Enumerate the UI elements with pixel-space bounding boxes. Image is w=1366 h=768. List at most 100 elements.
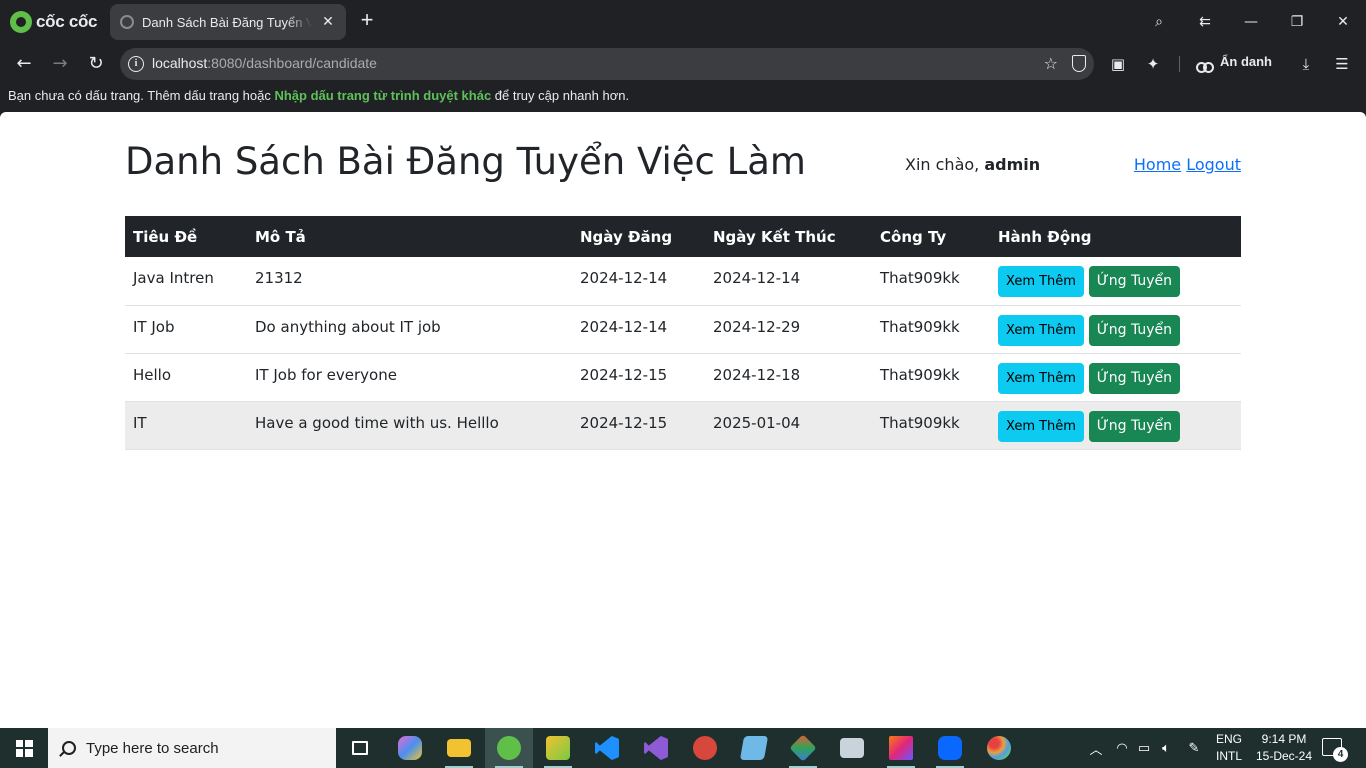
intellij-button[interactable]: [877, 728, 925, 768]
paint-button[interactable]: [975, 728, 1023, 768]
vscode-icon: [595, 736, 619, 760]
photos-button[interactable]: [828, 728, 876, 768]
zalo-button[interactable]: [926, 728, 974, 768]
image-tool-icon: [546, 736, 570, 760]
pen-icon[interactable]: ✎: [1184, 728, 1204, 768]
battery-icon[interactable]: ▭: [1134, 728, 1154, 768]
header-nav: Home Logout: [1134, 155, 1241, 174]
table-row: IT Job Do anything about IT job 2024-12-…: [125, 305, 1241, 354]
red-app-icon: [693, 736, 717, 760]
vscode-button[interactable]: [583, 728, 631, 768]
apply-button[interactable]: Ứng Tuyển: [1088, 362, 1181, 394]
coccoc-logo-icon: [10, 11, 32, 33]
close-window-button[interactable]: ✕: [1320, 0, 1366, 44]
minimize-button[interactable]: —: [1228, 0, 1274, 44]
apply-button[interactable]: Ứng Tuyển: [1088, 266, 1181, 297]
view-more-button[interactable]: Xem Thêm: [998, 314, 1084, 346]
table-header-row: Tiêu Đề Mô Tả Ngày Đăng Ngày Kết Thúc Cô…: [125, 216, 1241, 257]
incognito-indicator[interactable]: Ẩn danh: [1196, 54, 1272, 73]
cell-description: IT Job for everyone: [247, 353, 572, 402]
windows-taskbar: Type here to search ︿ ◠ ▭ 🔈︎ ✎ ENG INTL …: [0, 728, 1366, 768]
network-icon[interactable]: ◠: [1112, 728, 1132, 768]
menu-icon[interactable]: ☰: [1332, 54, 1352, 74]
task-view-button[interactable]: [336, 728, 384, 768]
site-info-icon[interactable]: i: [128, 56, 144, 72]
file-explorer-button[interactable]: [435, 728, 483, 768]
visual-studio-button[interactable]: [632, 728, 680, 768]
screen-search-icon[interactable]: ⌕: [1136, 0, 1182, 44]
notification-count: 4: [1333, 747, 1348, 762]
adblock-icon[interactable]: ▣: [1108, 54, 1128, 74]
cell-title: IT Job: [125, 305, 247, 354]
bookmark-star-icon[interactable]: ☆: [1044, 54, 1058, 73]
volume-icon[interactable]: 🔈︎: [1156, 728, 1176, 768]
extensions-icon[interactable]: ✦: [1143, 54, 1163, 74]
taskbar-search[interactable]: Type here to search: [48, 728, 336, 768]
search-icon: [62, 741, 76, 755]
new-tab-button[interactable]: +: [356, 9, 378, 32]
clock[interactable]: 9:14 PM 15-Dec-24: [1252, 731, 1316, 765]
lang-line2: INTL: [1215, 749, 1242, 763]
git-app-icon: [789, 734, 817, 762]
zalo-icon: [938, 736, 962, 760]
shield-icon[interactable]: [1072, 55, 1086, 72]
restore-button[interactable]: ❐: [1274, 0, 1320, 44]
cell-description: Do anything about IT job: [247, 305, 572, 354]
view-more-button[interactable]: Xem Thêm: [998, 362, 1084, 394]
task-view-icon: [352, 741, 368, 755]
windows-logo-icon: [15, 739, 33, 757]
tab-title: Danh Sách Bài Đăng Tuyển Việc Làm: [142, 14, 312, 30]
cell-actions: Xem Thêm Ứng Tuyển: [990, 401, 1241, 450]
git-app-button[interactable]: [779, 728, 827, 768]
header-actions: Hành Động: [990, 216, 1241, 257]
bookmark-bar-text: Bạn chưa có dấu trang. Thêm dấu trang ho…: [8, 88, 275, 103]
image-tool-button[interactable]: [534, 728, 582, 768]
view-more-button[interactable]: Xem Thêm: [998, 410, 1084, 442]
paint-icon: [987, 736, 1011, 760]
table-row: Hello IT Job for everyone 2024-12-15 202…: [125, 353, 1241, 402]
address-bar[interactable]: i localhost:8080/dashboard/candidate ☆: [120, 48, 1094, 80]
back-button[interactable]: ←: [12, 52, 36, 76]
lang-line1: ENG: [1215, 732, 1242, 746]
reload-button[interactable]: ↻: [84, 52, 108, 76]
language-indicator[interactable]: ENG INTL: [1212, 731, 1246, 765]
search-placeholder: Type here to search: [86, 739, 219, 757]
apply-button[interactable]: Ứng Tuyển: [1088, 410, 1181, 442]
cell-ends: 2025-01-04: [705, 401, 872, 450]
import-bookmarks-link[interactable]: Nhập dấu trang từ trình duyệt khác: [274, 88, 491, 103]
cell-actions: Xem Thêm Ứng Tuyển: [990, 305, 1241, 354]
cell-company: That909kk: [872, 257, 990, 306]
username: admin: [984, 155, 1041, 174]
cell-actions: Xem Thêm Ứng Tuyển: [990, 257, 1241, 306]
apply-button[interactable]: Ứng Tuyển: [1088, 314, 1181, 346]
forward-button[interactable]: →: [48, 52, 72, 76]
cell-posted: 2024-12-14: [572, 257, 705, 306]
table-row: Java Intren 21312 2024-12-14 2024-12-14 …: [125, 257, 1241, 306]
cell-posted: 2024-12-15: [572, 401, 705, 450]
copilot-button[interactable]: [386, 728, 434, 768]
download-icon[interactable]: ⤓: [1296, 54, 1316, 74]
notepad-button[interactable]: [730, 728, 778, 768]
browser-brand[interactable]: cốc cốc: [10, 10, 98, 34]
show-hidden-icons-chevron-icon[interactable]: ︿: [1086, 728, 1106, 768]
toolbar-divider: [1179, 56, 1180, 72]
cell-ends: 2024-12-29: [705, 305, 872, 354]
start-button[interactable]: [0, 728, 48, 768]
view-more-button[interactable]: Xem Thêm: [998, 266, 1084, 297]
header-posted-date: Ngày Đăng: [572, 216, 705, 257]
tab-search-icon[interactable]: ⇇: [1182, 0, 1228, 44]
cell-actions: Xem Thêm Ứng Tuyển: [990, 353, 1241, 402]
logout-link[interactable]: Logout: [1186, 155, 1241, 174]
home-link[interactable]: Home: [1134, 155, 1181, 174]
greeting-prefix: Xin chào,: [905, 155, 985, 174]
tab-active[interactable]: Danh Sách Bài Đăng Tuyển Việc Làm ✕: [110, 4, 346, 40]
coccoc-taskbar-button[interactable]: [485, 728, 533, 768]
header-end-date: Ngày Kết Thúc: [705, 216, 872, 257]
clock-time: 9:14 PM: [1261, 732, 1307, 746]
cell-description: 21312: [247, 257, 572, 306]
close-tab-icon[interactable]: ✕: [320, 14, 336, 30]
browser-brand-name: cốc cốc: [36, 12, 98, 31]
url-text[interactable]: localhost:8080/dashboard/candidate: [152, 55, 377, 71]
notepad-icon: [739, 736, 769, 760]
red-app-button[interactable]: [681, 728, 729, 768]
